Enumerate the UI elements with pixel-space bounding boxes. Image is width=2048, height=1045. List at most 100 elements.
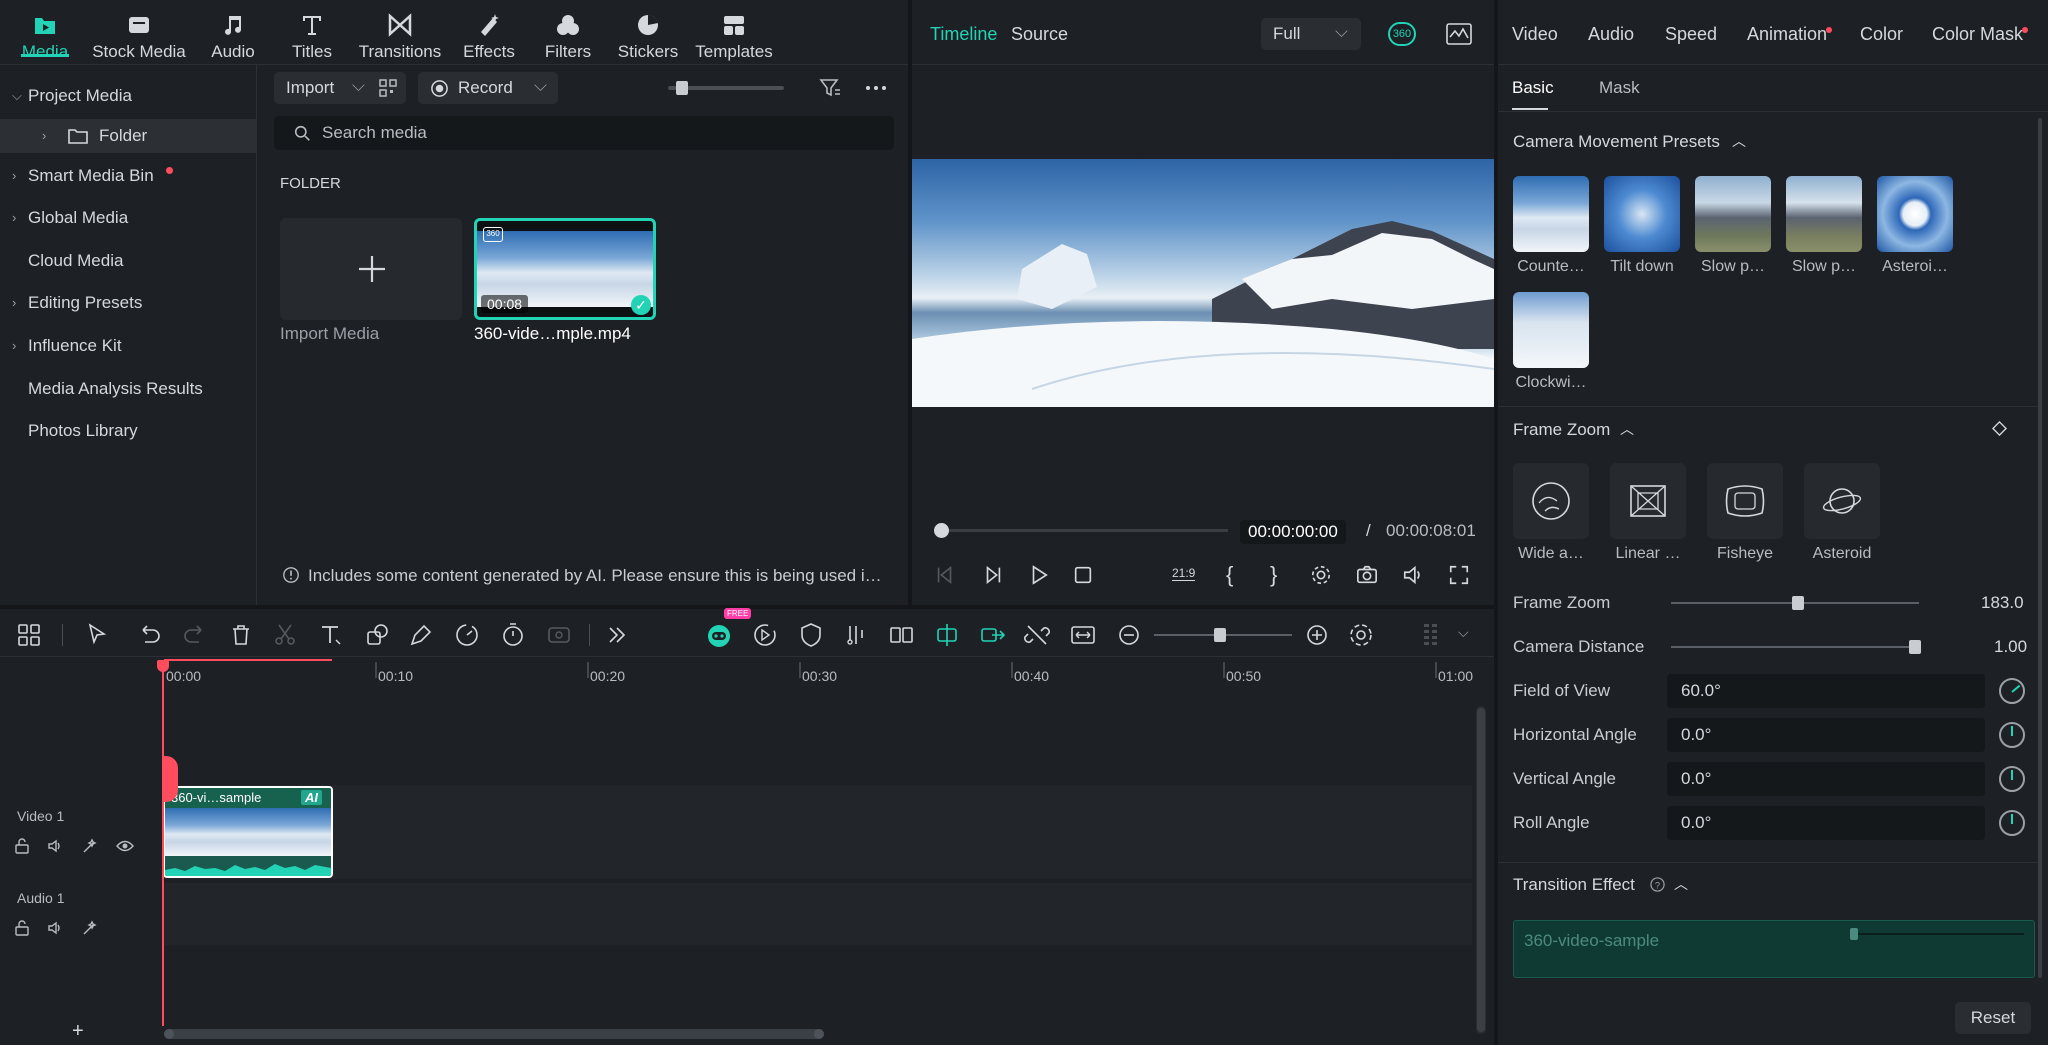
sidebar-item-cloud-media[interactable]: Cloud Media bbox=[0, 244, 256, 278]
tab-video[interactable]: Video bbox=[1512, 24, 1558, 45]
sidebar-item-project-media[interactable]: ⌵ Project Media bbox=[0, 79, 256, 113]
roll-angle-input[interactable]: 0.0° bbox=[1667, 806, 1985, 840]
sidebar-item-editing-presets[interactable]: › Editing Presets bbox=[0, 286, 256, 320]
tab-color[interactable]: Color bbox=[1860, 24, 1903, 45]
delete-trash-icon[interactable] bbox=[226, 620, 256, 650]
slider-handle[interactable] bbox=[676, 81, 688, 95]
redo-icon[interactable] bbox=[180, 620, 210, 650]
preset-tilt-down[interactable] bbox=[1604, 176, 1680, 252]
preset-counter-clockwise[interactable] bbox=[1513, 176, 1589, 252]
sidebar-item-media-analysis[interactable]: Media Analysis Results bbox=[0, 372, 256, 406]
zoom-mode-fisheye[interactable] bbox=[1707, 463, 1783, 539]
zoom-mode-linear[interactable] bbox=[1610, 463, 1686, 539]
media-clip-tile[interactable]: 360 00:08 ✓ bbox=[474, 218, 656, 320]
sidebar-item-smart-media-bin[interactable]: › Smart Media Bin bbox=[0, 159, 256, 193]
subtab-mask[interactable]: Mask bbox=[1599, 78, 1640, 98]
timeline-video-clip[interactable]: 360-vi…sample AI bbox=[163, 786, 333, 878]
scissors-icon[interactable] bbox=[270, 620, 300, 650]
drag-grid-icon[interactable] bbox=[1416, 620, 1446, 650]
qr-code-icon[interactable] bbox=[378, 78, 398, 98]
field-of-view-dial[interactable] bbox=[1999, 678, 2025, 704]
reset-button[interactable]: Reset bbox=[1955, 1002, 2031, 1034]
mark-in-button[interactable]: { bbox=[1226, 562, 1233, 588]
track-volume-icon[interactable] bbox=[47, 920, 63, 936]
aspect-ratio-button[interactable]: 21:9 bbox=[1172, 566, 1196, 581]
text-tool-icon[interactable] bbox=[316, 620, 346, 650]
search-box[interactable]: Search media bbox=[274, 116, 894, 150]
horizontal-angle-input[interactable]: 0.0° bbox=[1667, 718, 1985, 752]
view-360-icon[interactable]: 360 bbox=[1388, 22, 1416, 46]
stop-icon[interactable] bbox=[1072, 564, 1094, 586]
ai-robot-icon[interactable] bbox=[704, 620, 734, 650]
shapes-icon[interactable] bbox=[362, 620, 392, 650]
playhead-marker[interactable] bbox=[162, 756, 178, 802]
auto-beat-icon[interactable] bbox=[750, 620, 780, 650]
camera-distance-slider[interactable] bbox=[1671, 640, 1921, 654]
track-volume-icon[interactable] bbox=[47, 838, 63, 854]
lock-icon[interactable] bbox=[14, 920, 30, 936]
split-screen-icon[interactable] bbox=[886, 620, 916, 650]
lock-icon[interactable] bbox=[14, 838, 30, 854]
slider-handle[interactable] bbox=[1214, 628, 1226, 642]
chevron-up-icon[interactable]: ︿ bbox=[1674, 874, 1688, 894]
tab-stock-media[interactable]: Stock Media bbox=[91, 8, 187, 62]
magic-wand-icon[interactable] bbox=[82, 920, 98, 936]
tab-source[interactable]: Source bbox=[1011, 24, 1068, 45]
timeline-playhead[interactable] bbox=[162, 660, 164, 1026]
tab-stickers[interactable]: Stickers bbox=[600, 8, 696, 62]
fullscreen-icon[interactable] bbox=[1448, 564, 1470, 586]
tab-transitions[interactable]: Transitions bbox=[352, 8, 448, 62]
sidebar-item-photos-library[interactable]: Photos Library bbox=[0, 414, 256, 448]
chevron-down-icon[interactable]: ⌵ bbox=[1458, 624, 1469, 641]
transition-handle[interactable] bbox=[1850, 928, 1858, 940]
mark-out-button[interactable]: } bbox=[1270, 562, 1277, 588]
sidebar-item-folder[interactable]: › Folder bbox=[0, 119, 256, 153]
play-icon[interactable] bbox=[1028, 564, 1050, 586]
timer-icon[interactable] bbox=[498, 620, 528, 650]
sidebar-item-global-media[interactable]: › Global Media bbox=[0, 201, 256, 235]
tab-speed[interactable]: Speed bbox=[1665, 24, 1717, 45]
timeline-horizontal-scrollbar[interactable] bbox=[164, 1029, 824, 1039]
subtab-basic[interactable]: Basic bbox=[1512, 78, 1554, 98]
slider-handle[interactable] bbox=[1792, 596, 1804, 610]
shield-icon[interactable] bbox=[796, 620, 826, 650]
tab-animation[interactable]: Animation bbox=[1747, 24, 1827, 45]
tab-color-mask[interactable]: Color Mask bbox=[1932, 24, 2023, 45]
previous-frame-icon[interactable] bbox=[934, 564, 956, 586]
snapshot-camera-icon[interactable] bbox=[1356, 564, 1378, 586]
roll-angle-dial[interactable] bbox=[1999, 810, 2025, 836]
transition-track[interactable]: 360-video-sample bbox=[1513, 920, 2035, 978]
magic-wand-icon[interactable] bbox=[82, 838, 98, 854]
next-frame-icon[interactable] bbox=[982, 564, 1004, 586]
fit-timeline-icon[interactable] bbox=[1068, 620, 1098, 650]
vertical-angle-input[interactable]: 0.0° bbox=[1667, 762, 1985, 796]
timeline-vertical-scrollbar[interactable] bbox=[1476, 706, 1486, 1034]
link-clips-icon[interactable] bbox=[978, 620, 1008, 650]
more-tools-icon[interactable] bbox=[602, 620, 632, 650]
thumbnail-size-slider[interactable] bbox=[668, 81, 784, 95]
timeline-zoom-slider[interactable] bbox=[1154, 628, 1292, 642]
timeline-settings-icon[interactable] bbox=[1346, 620, 1376, 650]
filter-icon[interactable] bbox=[818, 76, 842, 100]
zoom-mode-wide-angle[interactable] bbox=[1513, 463, 1589, 539]
settings-gear-icon[interactable] bbox=[1310, 564, 1332, 586]
tab-templates[interactable]: Templates bbox=[686, 8, 782, 62]
unlink-icon[interactable] bbox=[1022, 620, 1052, 650]
preset-asteroid[interactable] bbox=[1877, 176, 1953, 252]
vertical-angle-dial[interactable] bbox=[1999, 766, 2025, 792]
playback-scrubber[interactable] bbox=[934, 523, 1228, 538]
import-button[interactable]: Import ⌵ bbox=[274, 72, 406, 104]
eye-icon[interactable] bbox=[116, 838, 134, 854]
speed-ramp-icon[interactable] bbox=[452, 620, 482, 650]
select-arrow-icon[interactable] bbox=[82, 620, 112, 650]
tab-audio-inspector[interactable]: Audio bbox=[1588, 24, 1634, 45]
snap-magnet-icon[interactable] bbox=[932, 620, 962, 650]
quality-dropdown[interactable]: Full ⌵ bbox=[1261, 18, 1361, 50]
crop-frame-icon[interactable] bbox=[544, 620, 574, 650]
audio-mix-icon[interactable] bbox=[842, 620, 872, 650]
help-icon[interactable]: ? bbox=[1650, 877, 1665, 892]
undo-icon[interactable] bbox=[134, 620, 164, 650]
add-track-button[interactable]: + bbox=[72, 1020, 84, 1043]
tab-timeline[interactable]: Timeline bbox=[930, 24, 997, 45]
scrollbar-thumb[interactable] bbox=[1477, 708, 1485, 1032]
